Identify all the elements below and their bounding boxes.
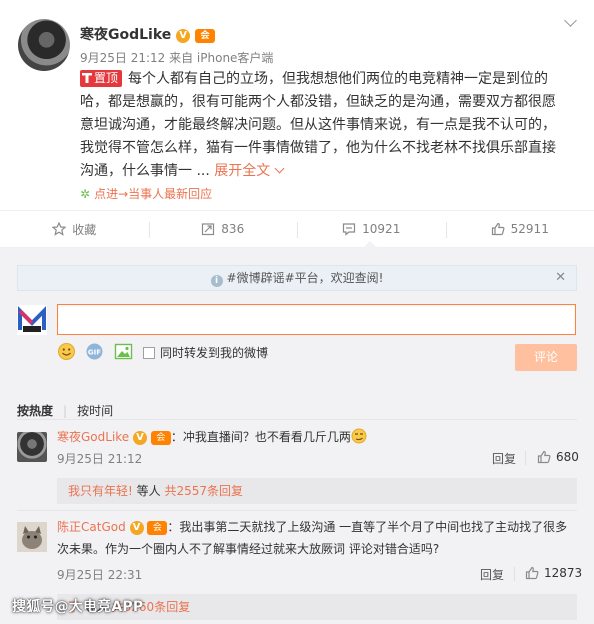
thumbs-up-icon: [491, 222, 505, 236]
author-name[interactable]: 寒夜GodLike: [80, 27, 171, 43]
comment-time: 9月25日 21:12: [57, 452, 143, 466]
comment-area: i #微博辟谣#平台，欢迎查阅! ✕ GIF 同时转发到我的微博 评论 按热度 | 按…: [0, 248, 594, 624]
avatar[interactable]: [17, 432, 47, 462]
rumor-notice-banner[interactable]: i #微博辟谣#平台，欢迎查阅! ✕: [17, 265, 577, 291]
gif-icon[interactable]: GIF: [85, 342, 104, 361]
divider: [17, 510, 577, 511]
post-meta: 9月25日 21:12 来自 iPhone客户端: [80, 51, 274, 65]
close-icon[interactable]: ✕: [555, 266, 566, 290]
sparkle-icon: ✲: [80, 187, 91, 201]
thumbs-up-icon: [525, 566, 539, 580]
sort-by-hot-tab[interactable]: 按热度: [17, 404, 53, 418]
comment-author[interactable]: 寒夜GodLike: [57, 430, 129, 444]
pin-icon: [82, 73, 92, 83]
comment-like-button[interactable]: 12873: [525, 566, 582, 580]
logo-icon: [17, 305, 47, 335]
reply-button[interactable]: 回复: [492, 450, 516, 467]
repost-icon: [202, 223, 215, 236]
sub-replies-box[interactable]: 我只有年轻! 等人 共2557条回复: [57, 478, 577, 504]
sort-tabs: 按热度 | 按时间: [17, 404, 114, 418]
post-text: 每个人都有自己的立场，但我想想他们两位的电竞精神一定是到位的哈，都是想赢的，很有…: [80, 71, 556, 179]
expand-full-text-link[interactable]: 展开全文: [214, 163, 285, 179]
my-avatar[interactable]: [17, 305, 47, 335]
reply-button[interactable]: 回复: [480, 566, 504, 583]
avatar[interactable]: [17, 522, 47, 552]
author-avatar[interactable]: [18, 19, 70, 71]
sub-reply-count-link[interactable]: 共2557条回复: [164, 484, 243, 498]
like-button[interactable]: 52911: [445, 211, 594, 247]
comment-icon: [343, 223, 356, 236]
action-bar: 收藏 836 10921 52911: [0, 210, 594, 248]
post-body: 置顶 每个人都有自己的立场，但我想想他们两位的电竞精神一定是到位的哈，都是想赢的，…: [80, 68, 560, 183]
comment-text: 陈正CatGod V 会：我出事第二天就找了上级沟通 一直等了半个月了中间也找了…: [57, 520, 568, 556]
comment-time: 9月25日 22:31: [57, 568, 143, 582]
comment-like-button[interactable]: 680: [537, 450, 579, 464]
sort-by-time-tab[interactable]: 按时间: [77, 404, 113, 418]
topic-link[interactable]: ✲ 点进→当事人最新回应: [80, 185, 212, 202]
comment-text: 寒夜GodLike V 会：冲我直播间？也不看看几斤几两: [57, 426, 577, 448]
favorite-button[interactable]: 收藏: [0, 211, 149, 247]
vip-icon: 会: [150, 431, 171, 445]
repost-to-weibo-checkbox[interactable]: 同时转发到我的微博: [143, 344, 268, 361]
pin-badge: 置顶: [80, 70, 123, 87]
vip-icon: 会: [147, 521, 168, 535]
verified-icon: V: [176, 29, 191, 43]
image-icon[interactable]: [114, 342, 133, 361]
comment-button[interactable]: 10921: [297, 211, 446, 248]
vip-icon: 会: [195, 29, 216, 43]
sub-reply-user[interactable]: 我只有年轻!: [68, 484, 133, 498]
chevron-down-icon[interactable]: [563, 16, 577, 30]
verified-icon: V: [129, 521, 144, 535]
divider: [17, 419, 577, 420]
checkbox[interactable]: [143, 346, 155, 359]
comment-author[interactable]: 陈正CatGod: [57, 520, 126, 534]
info-icon: i: [210, 275, 223, 287]
svg-text:GIF: GIF: [88, 349, 101, 357]
thumbs-up-icon: [537, 450, 551, 464]
verified-icon: V: [133, 431, 148, 445]
submit-comment-button[interactable]: 评论: [515, 344, 577, 371]
emoji-icon[interactable]: [57, 342, 76, 361]
chevron-down-icon: [274, 163, 285, 174]
star-icon: [52, 222, 67, 236]
comment-input[interactable]: [57, 304, 576, 335]
watermark: 搜狐号@大电竞APP: [12, 599, 144, 615]
smirk-emoji-icon: [351, 428, 367, 444]
repost-button[interactable]: 836: [148, 211, 298, 247]
post-author[interactable]: 寒夜GodLike V 会: [80, 24, 216, 44]
